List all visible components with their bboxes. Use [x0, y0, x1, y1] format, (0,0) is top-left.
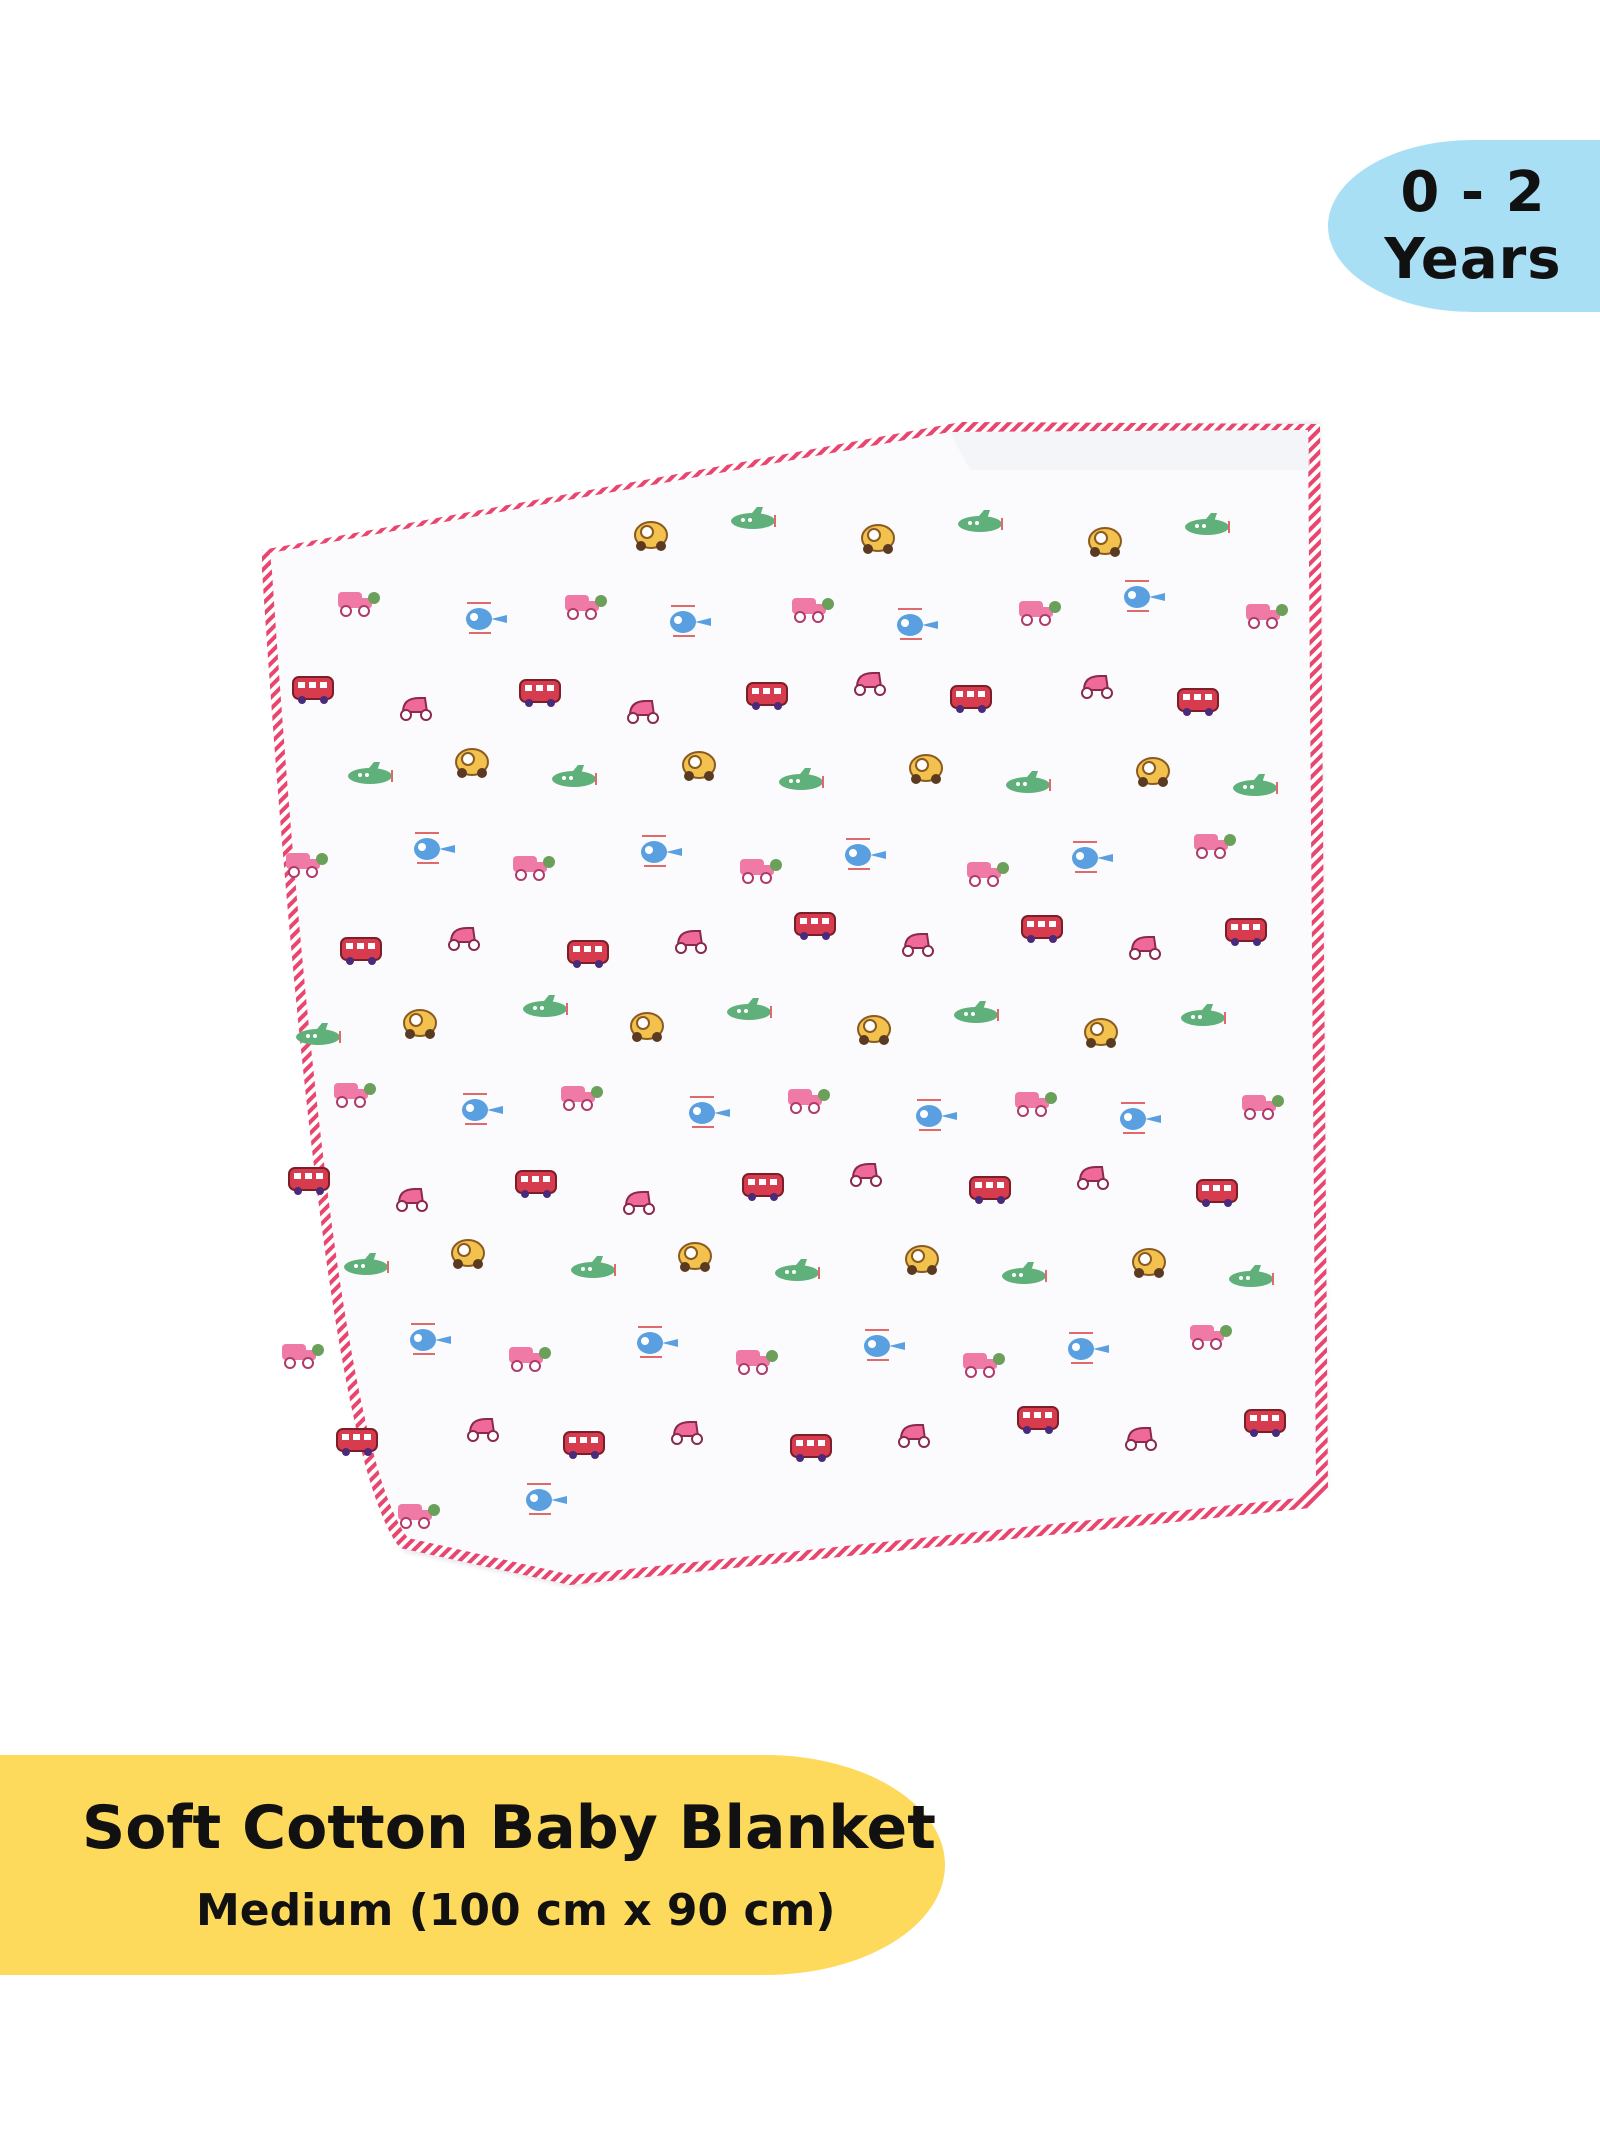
product-size: Medium (100 cm x 90 cm)	[196, 1885, 836, 1936]
blanket-illustration	[262, 422, 1328, 1587]
age-range-badge: 0 - 2 Years	[1328, 140, 1600, 312]
product-title: Soft Cotton Baby Blanket	[82, 1793, 936, 1863]
product-image	[250, 410, 1350, 1620]
product-title-banner: Soft Cotton Baby Blanket Medium (100 cm …	[0, 1755, 945, 1975]
age-range-unit: Years	[1384, 227, 1562, 292]
age-range-value: 0 - 2	[1400, 159, 1546, 225]
